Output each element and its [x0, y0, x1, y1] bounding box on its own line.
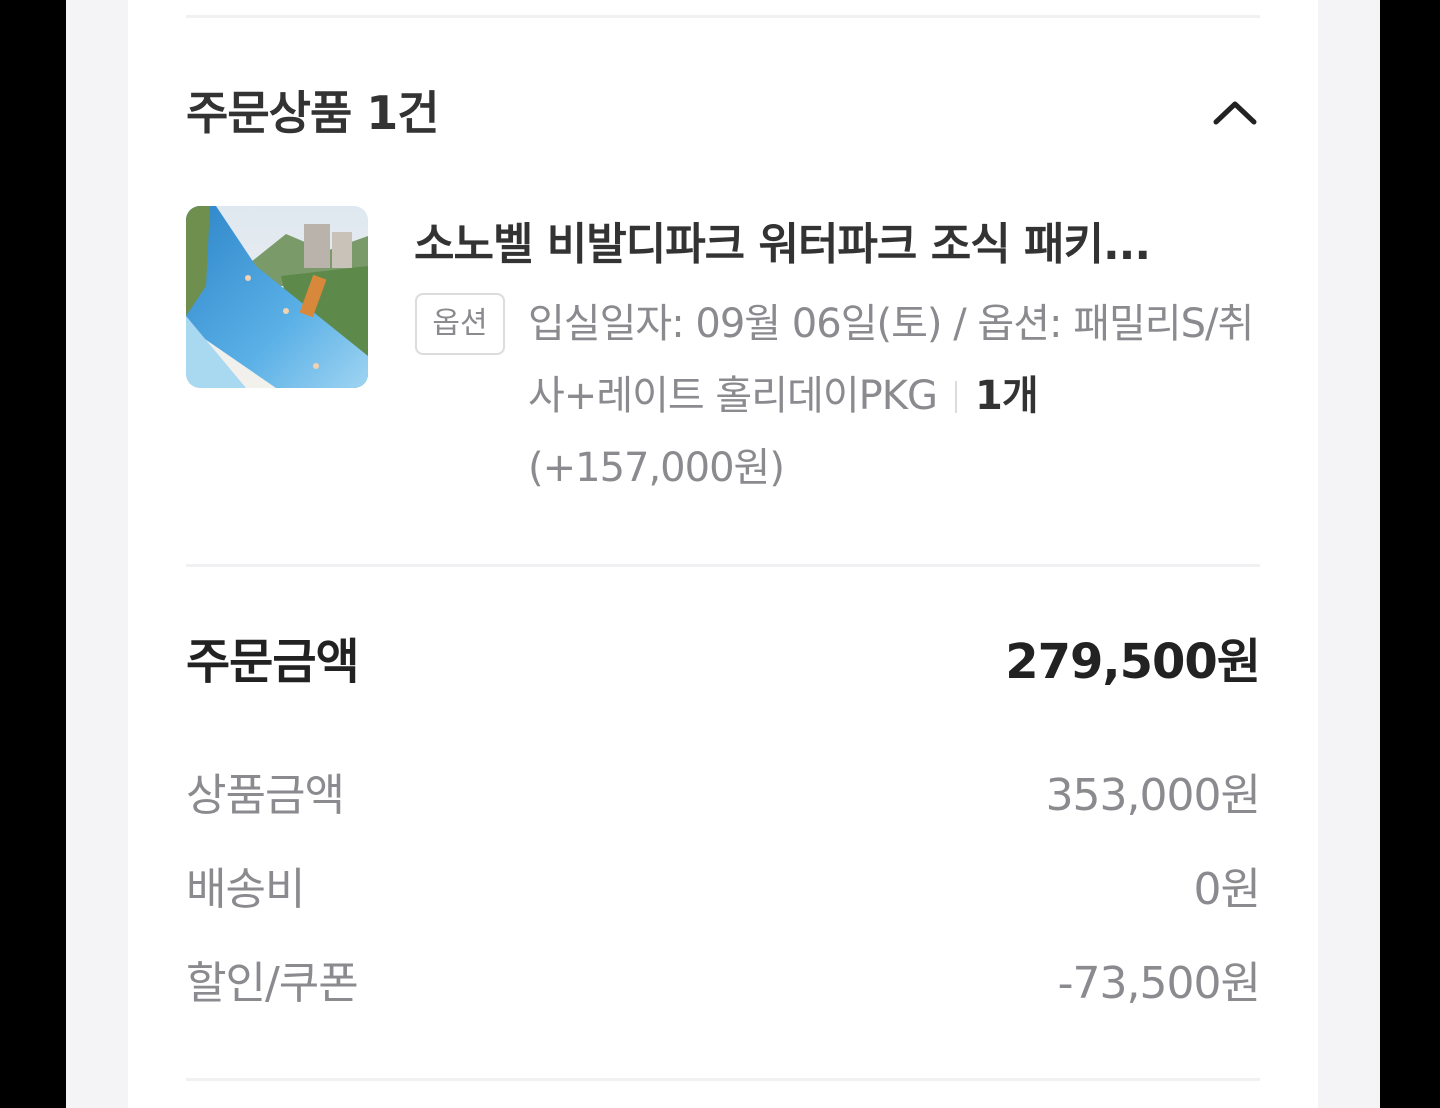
- shipping-fee-label: 배송비: [186, 864, 305, 915]
- order-total-label: 주문금액: [186, 634, 360, 690]
- discount-label: 할인/쿠폰: [186, 958, 359, 1009]
- order-screen: 주문상품 1건 소노벨 비발디파크 워터파크 조식 패키... 옵션 입실일자:…: [66, 0, 1380, 1108]
- product-amount-value: 353,000원: [1045, 770, 1261, 821]
- bottom-divider: [186, 1078, 1260, 1081]
- product-thumbnail[interactable]: [186, 206, 368, 388]
- option-price: (+157,000원): [528, 445, 785, 491]
- order-total-value: 279,500원: [1005, 634, 1261, 690]
- quantity: 1개: [974, 373, 1039, 419]
- option-badge: 옵션: [415, 293, 505, 355]
- product-amount-row: 상품금액 353,000원: [186, 760, 1261, 832]
- shipping-fee-value: 0원: [1193, 864, 1261, 915]
- option-description: 입실일자: 09월 06일(토) / 옵션: 패밀리S/취사+레이트 홀리데이P…: [528, 301, 1254, 419]
- order-total-row: 주문금액 279,500원: [186, 626, 1261, 698]
- separator: [954, 381, 957, 413]
- product-amount-label: 상품금액: [186, 770, 345, 821]
- shipping-fee-row: 배송비 0원: [186, 854, 1261, 926]
- order-summary-card: 주문상품 1건 소노벨 비발디파크 워터파크 조식 패키... 옵션 입실일자:…: [128, 0, 1318, 1108]
- product-name[interactable]: 소노벨 비발디파크 워터파크 조식 패키...: [414, 210, 1260, 280]
- top-divider: [186, 15, 1260, 18]
- chevron-up-icon[interactable]: [1210, 92, 1260, 132]
- discount-row: 할인/쿠폰 -73,500원: [186, 948, 1261, 1020]
- section-divider: [186, 564, 1260, 567]
- order-items-header[interactable]: 주문상품 1건: [186, 78, 1260, 148]
- order-items-title: 주문상품 1건: [186, 86, 440, 140]
- option-details: 입실일자: 09월 06일(토) / 옵션: 패밀리S/취사+레이트 홀리데이P…: [528, 288, 1268, 504]
- waterpark-image: [186, 206, 368, 388]
- discount-value: -73,500원: [1057, 958, 1261, 1009]
